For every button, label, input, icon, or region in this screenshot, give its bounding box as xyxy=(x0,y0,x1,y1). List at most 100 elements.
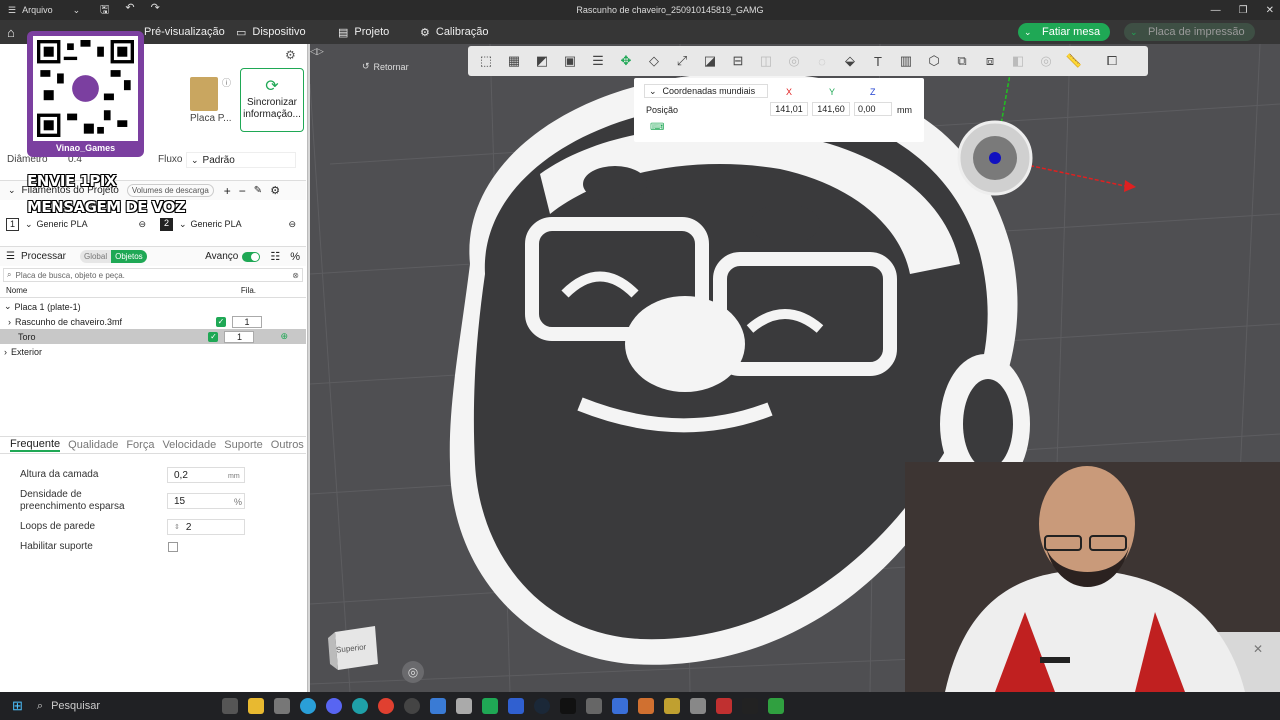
mesh-boolean-icon[interactable]: ◫ xyxy=(754,50,778,72)
visible-checkbox[interactable]: ✓ xyxy=(216,316,226,327)
app-icon[interactable] xyxy=(429,698,446,714)
app-icon[interactable] xyxy=(689,698,706,714)
viewport-collapse-icon[interactable]: ◁▷ xyxy=(310,46,324,57)
support-paint-icon[interactable]: ◎ xyxy=(782,50,806,72)
tab-quality[interactable]: Qualidade xyxy=(68,439,118,451)
auto-orient-icon[interactable]: ◩ xyxy=(530,50,554,72)
split-icon[interactable]: ⧠ xyxy=(1100,50,1124,72)
chevron-down-icon[interactable]: ⌄ xyxy=(8,185,16,196)
object-search[interactable]: ⌕ Placa de busca, objeto e peça. ⊗ xyxy=(3,268,303,282)
app-icon[interactable] xyxy=(403,698,420,714)
filament-slot-2[interactable]: 2 ⌄ Generic PLA ⊖ xyxy=(160,216,306,232)
tab-support[interactable]: Suporte xyxy=(224,439,263,451)
flow-select[interactable]: ⌄ Padrão xyxy=(186,152,296,168)
camera-reset-icon[interactable]: ◎ xyxy=(402,661,424,683)
file-explorer-icon[interactable] xyxy=(247,698,264,714)
app-icon[interactable] xyxy=(455,698,472,714)
app-icon[interactable] xyxy=(585,698,602,714)
close-icon[interactable]: ✕ xyxy=(1266,5,1274,16)
bounding-box-icon[interactable]: ⧉ xyxy=(950,50,974,72)
tab-strength[interactable]: Força xyxy=(126,439,154,451)
plate-thumbnail[interactable] xyxy=(190,77,218,111)
remove-icon[interactable]: − xyxy=(239,184,246,198)
edit-icon[interactable]: ✎ xyxy=(254,185,262,196)
print-plate-button[interactable]: ⌄ Placa de impressão xyxy=(1124,23,1255,41)
tab-speed[interactable]: Velocidade xyxy=(162,439,216,451)
settings-icon[interactable]: ⊕ xyxy=(280,331,288,342)
arrange-icon[interactable]: ▣ xyxy=(558,50,582,72)
edge-icon[interactable] xyxy=(351,698,368,714)
remove-filament-icon[interactable]: ⊖ xyxy=(138,219,146,230)
file-menu[interactable]: ☰ Arquivo ⌄ xyxy=(0,5,90,16)
coord-mode-select[interactable]: ⌄ Coordenadas mundiais xyxy=(644,84,768,98)
discord-icon[interactable] xyxy=(325,698,342,714)
close-icon[interactable]: ✕ xyxy=(1253,642,1263,656)
text-icon[interactable]: T xyxy=(866,50,890,72)
filament-slot-1[interactable]: 1 ⌄ Generic PLA ⊖ xyxy=(6,216,156,232)
gear-icon[interactable]: ⚙ xyxy=(270,184,280,197)
emboss-icon[interactable]: ▥ xyxy=(894,50,918,72)
epic-games-icon[interactable] xyxy=(559,698,576,714)
bambu-studio-icon[interactable] xyxy=(481,698,498,714)
back-button[interactable]: ↺ Retornar xyxy=(362,61,409,72)
flush-volumes-button[interactable]: Volumes de descarga xyxy=(126,184,214,197)
explode-icon[interactable]: ◎ xyxy=(1034,50,1058,72)
add-cube-icon[interactable]: ⬚ xyxy=(474,50,498,72)
app-icon[interactable] xyxy=(663,698,680,714)
app-icon[interactable] xyxy=(637,698,654,714)
filament-index[interactable]: 1 xyxy=(224,330,255,343)
percent-icon[interactable]: % xyxy=(290,251,300,263)
gear-icon[interactable]: ⚙ xyxy=(285,48,296,62)
wall-loops-input[interactable]: ⇕ 2 xyxy=(167,519,245,535)
task-view-icon[interactable] xyxy=(221,698,238,714)
sync-button[interactable]: ⟳ Sincronizar informação... xyxy=(240,68,304,132)
app-icon[interactable] xyxy=(767,698,784,714)
advanced-toggle[interactable] xyxy=(242,251,261,262)
slice-view-icon[interactable]: ⧈ xyxy=(978,50,1002,72)
scale-icon[interactable]: ⤢ xyxy=(670,50,694,72)
tab-calibration[interactable]: ⚙ Calibração xyxy=(420,26,488,39)
paint-icon[interactable]: ⬙ xyxy=(838,50,862,72)
keyboard-icon[interactable]: ⌨ xyxy=(650,122,664,133)
taskbar-search[interactable]: ⌕ Pesquisar xyxy=(37,695,217,717)
global-tab[interactable]: Global xyxy=(79,250,112,263)
minimize-icon[interactable]: — xyxy=(1211,5,1221,16)
save-icon[interactable]: 🖫 xyxy=(100,1,109,20)
app-icon[interactable] xyxy=(611,698,628,714)
undo-icon[interactable]: ↶ xyxy=(125,1,134,20)
tree-row-object[interactable]: › Rascunho de chaveiro.3mf ✓ 1 xyxy=(0,314,306,329)
add-icon[interactable]: + xyxy=(224,184,231,198)
home-icon[interactable]: ⌂ xyxy=(7,25,15,40)
measure-icon[interactable]: 📏 xyxy=(1062,50,1086,72)
tree-row-exterior[interactable]: › Exterior xyxy=(0,344,306,359)
clear-icon[interactable]: ⊗ xyxy=(292,271,299,280)
tab-project[interactable]: ▤ Projeto xyxy=(338,26,389,39)
redo-icon[interactable]: ↷ xyxy=(151,1,160,20)
pos-z-input[interactable]: 0,00 xyxy=(854,102,892,116)
rotate-icon[interactable]: ◇ xyxy=(642,50,666,72)
windows-start-icon[interactable]: ⊞ xyxy=(12,698,23,714)
lay-on-face-icon[interactable]: ◪ xyxy=(698,50,722,72)
cut-icon[interactable]: ⊟ xyxy=(726,50,750,72)
steam-icon[interactable] xyxy=(533,698,550,714)
seam-icon[interactable]: ◌ xyxy=(810,50,834,72)
assembly-icon[interactable]: ◧ xyxy=(1006,50,1030,72)
box-icon[interactable]: ⬡ xyxy=(922,50,946,72)
list-icon[interactable]: ☷ xyxy=(270,250,280,263)
chrome-icon[interactable] xyxy=(377,698,394,714)
tree-row-plate[interactable]: ⌄ Placa 1 (plate-1) xyxy=(0,299,306,314)
pos-x-input[interactable]: 141,01 xyxy=(770,102,808,116)
pos-y-input[interactable]: 141,60 xyxy=(812,102,850,116)
remove-filament-icon[interactable]: ⊖ xyxy=(288,219,296,230)
info-icon[interactable]: ⓘ xyxy=(222,76,231,89)
app-icon[interactable] xyxy=(273,698,290,714)
move-icon[interactable]: ✥ xyxy=(614,50,638,72)
telegram-icon[interactable] xyxy=(299,698,316,714)
tab-preview[interactable]: Pré-visualização xyxy=(144,26,225,38)
app-icon[interactable] xyxy=(741,698,758,714)
visible-checkbox[interactable]: ✓ xyxy=(208,331,219,342)
tab-others[interactable]: Outros xyxy=(271,439,304,451)
app-icon[interactable] xyxy=(507,698,524,714)
objects-tab[interactable]: Objetos xyxy=(111,250,147,263)
app-icon[interactable] xyxy=(715,698,732,714)
